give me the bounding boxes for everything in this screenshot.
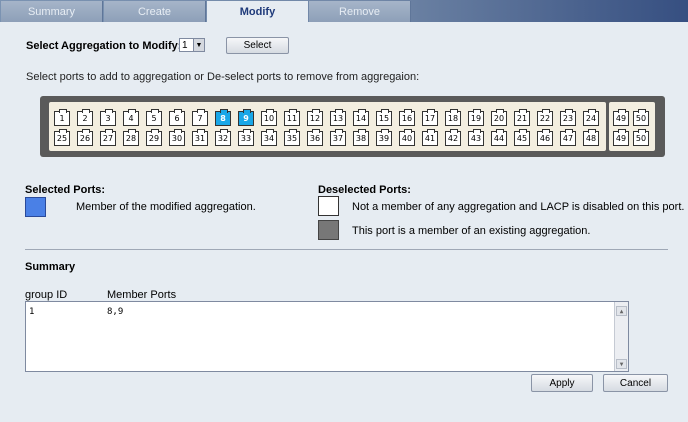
port-11[interactable]: 11 bbox=[284, 109, 300, 126]
port-14[interactable]: 14 bbox=[353, 109, 369, 126]
port-39[interactable]: 39 bbox=[376, 129, 392, 146]
cancel-button[interactable]: Cancel bbox=[603, 374, 668, 392]
port-48[interactable]: 48 bbox=[583, 129, 599, 146]
port-42[interactable]: 42 bbox=[445, 129, 461, 146]
aggregation-dropdown[interactable]: 1 ▼ bbox=[179, 38, 205, 52]
uplink-port-grid: 49 50 49 50 bbox=[609, 102, 655, 151]
port-10[interactable]: 10 bbox=[261, 109, 277, 126]
divider bbox=[25, 249, 668, 250]
existing-member-desc: This port is a member of an existing agg… bbox=[352, 225, 591, 237]
textarea-scrollbar[interactable]: ▲ ▼ bbox=[614, 302, 628, 371]
port-20[interactable]: 20 bbox=[491, 109, 507, 126]
port-26[interactable]: 26 bbox=[77, 129, 93, 146]
port-50[interactable]: 50 bbox=[633, 129, 649, 146]
port-36[interactable]: 36 bbox=[307, 129, 323, 146]
tab-remove[interactable]: Remove bbox=[309, 1, 411, 22]
port-7[interactable]: 7 bbox=[192, 109, 208, 126]
selected-port-desc: Member of the modified aggregation. bbox=[76, 201, 256, 213]
scroll-down-icon[interactable]: ▼ bbox=[616, 359, 627, 369]
port-28[interactable]: 28 bbox=[123, 129, 139, 146]
port-grid: 1 2 3 4 5 6 7 8 9 10 11 12 13 14 15 16 17 18 19 20 21 22 23 24 2… bbox=[49, 102, 606, 151]
port-15[interactable]: 15 bbox=[376, 109, 392, 126]
port-2[interactable]: 2 bbox=[77, 109, 93, 126]
aggregation-dropdown-value: 1 bbox=[182, 39, 188, 51]
port-33[interactable]: 33 bbox=[238, 129, 254, 146]
port-17[interactable]: 17 bbox=[422, 109, 438, 126]
summary-textarea[interactable]: 1 8,9 ▲ ▼ bbox=[25, 301, 629, 372]
port-29[interactable]: 29 bbox=[146, 129, 162, 146]
port-41[interactable]: 41 bbox=[422, 129, 438, 146]
port-38[interactable]: 38 bbox=[353, 129, 369, 146]
port-8[interactable]: 8 bbox=[215, 109, 231, 126]
column-member-ports: Member Ports bbox=[107, 289, 177, 301]
port-1[interactable]: 1 bbox=[54, 109, 70, 126]
existing-member-swatch bbox=[318, 220, 339, 240]
port-24[interactable]: 24 bbox=[583, 109, 599, 126]
port-40[interactable]: 40 bbox=[399, 129, 415, 146]
not-member-swatch bbox=[318, 196, 339, 216]
selected-ports-title: Selected Ports: bbox=[25, 184, 106, 196]
deselected-ports-title: Deselected Ports: bbox=[318, 184, 411, 196]
port-49[interactable]: 49 bbox=[613, 109, 629, 126]
port-50[interactable]: 50 bbox=[633, 109, 649, 126]
port-3[interactable]: 3 bbox=[100, 109, 116, 126]
tab-summary[interactable]: Summary bbox=[1, 1, 103, 22]
port-16[interactable]: 16 bbox=[399, 109, 415, 126]
port-49[interactable]: 49 bbox=[613, 129, 629, 146]
summary-row-ports: 8,9 bbox=[107, 307, 124, 317]
port-panel: 1 2 3 4 5 6 7 8 9 10 11 12 13 14 15 16 17 18 19 20 21 22 23 24 2… bbox=[40, 96, 665, 157]
port-31[interactable]: 31 bbox=[192, 129, 208, 146]
port-35[interactable]: 35 bbox=[284, 129, 300, 146]
select-aggregation-label: Select Aggregation to Modify: bbox=[26, 40, 182, 52]
not-member-desc: Not a member of any aggregation and LACP… bbox=[352, 201, 685, 213]
port-46[interactable]: 46 bbox=[537, 129, 553, 146]
port-13[interactable]: 13 bbox=[330, 109, 346, 126]
port-4[interactable]: 4 bbox=[123, 109, 139, 126]
port-27[interactable]: 27 bbox=[100, 129, 116, 146]
apply-button[interactable]: Apply bbox=[531, 374, 593, 392]
port-21[interactable]: 21 bbox=[514, 109, 530, 126]
port-22[interactable]: 22 bbox=[537, 109, 553, 126]
select-button[interactable]: Select bbox=[226, 37, 289, 54]
port-37[interactable]: 37 bbox=[330, 129, 346, 146]
port-34[interactable]: 34 bbox=[261, 129, 277, 146]
port-18[interactable]: 18 bbox=[445, 109, 461, 126]
port-12[interactable]: 12 bbox=[307, 109, 323, 126]
port-23[interactable]: 23 bbox=[560, 109, 576, 126]
instruction-text: Select ports to add to aggregation or De… bbox=[26, 71, 420, 83]
port-43[interactable]: 43 bbox=[468, 129, 484, 146]
scroll-up-icon[interactable]: ▲ bbox=[616, 306, 627, 316]
summary-row-group: 1 bbox=[29, 307, 35, 317]
port-25[interactable]: 25 bbox=[54, 129, 70, 146]
port-30[interactable]: 30 bbox=[169, 129, 185, 146]
chevron-down-icon[interactable]: ▼ bbox=[193, 39, 204, 51]
port-19[interactable]: 19 bbox=[468, 109, 484, 126]
tab-create[interactable]: Create bbox=[104, 1, 206, 22]
port-9[interactable]: 9 bbox=[238, 109, 254, 126]
tab-bar: Summary Create Modify Remove bbox=[0, 0, 688, 22]
port-5[interactable]: 5 bbox=[146, 109, 162, 126]
tab-modify[interactable]: Modify bbox=[207, 1, 308, 22]
summary-title: Summary bbox=[25, 261, 76, 273]
port-47[interactable]: 47 bbox=[560, 129, 576, 146]
selected-port-swatch bbox=[25, 197, 46, 217]
port-45[interactable]: 45 bbox=[514, 129, 530, 146]
port-32[interactable]: 32 bbox=[215, 129, 231, 146]
port-6[interactable]: 6 bbox=[169, 109, 185, 126]
port-44[interactable]: 44 bbox=[491, 129, 507, 146]
column-group-id: group ID bbox=[25, 289, 68, 301]
